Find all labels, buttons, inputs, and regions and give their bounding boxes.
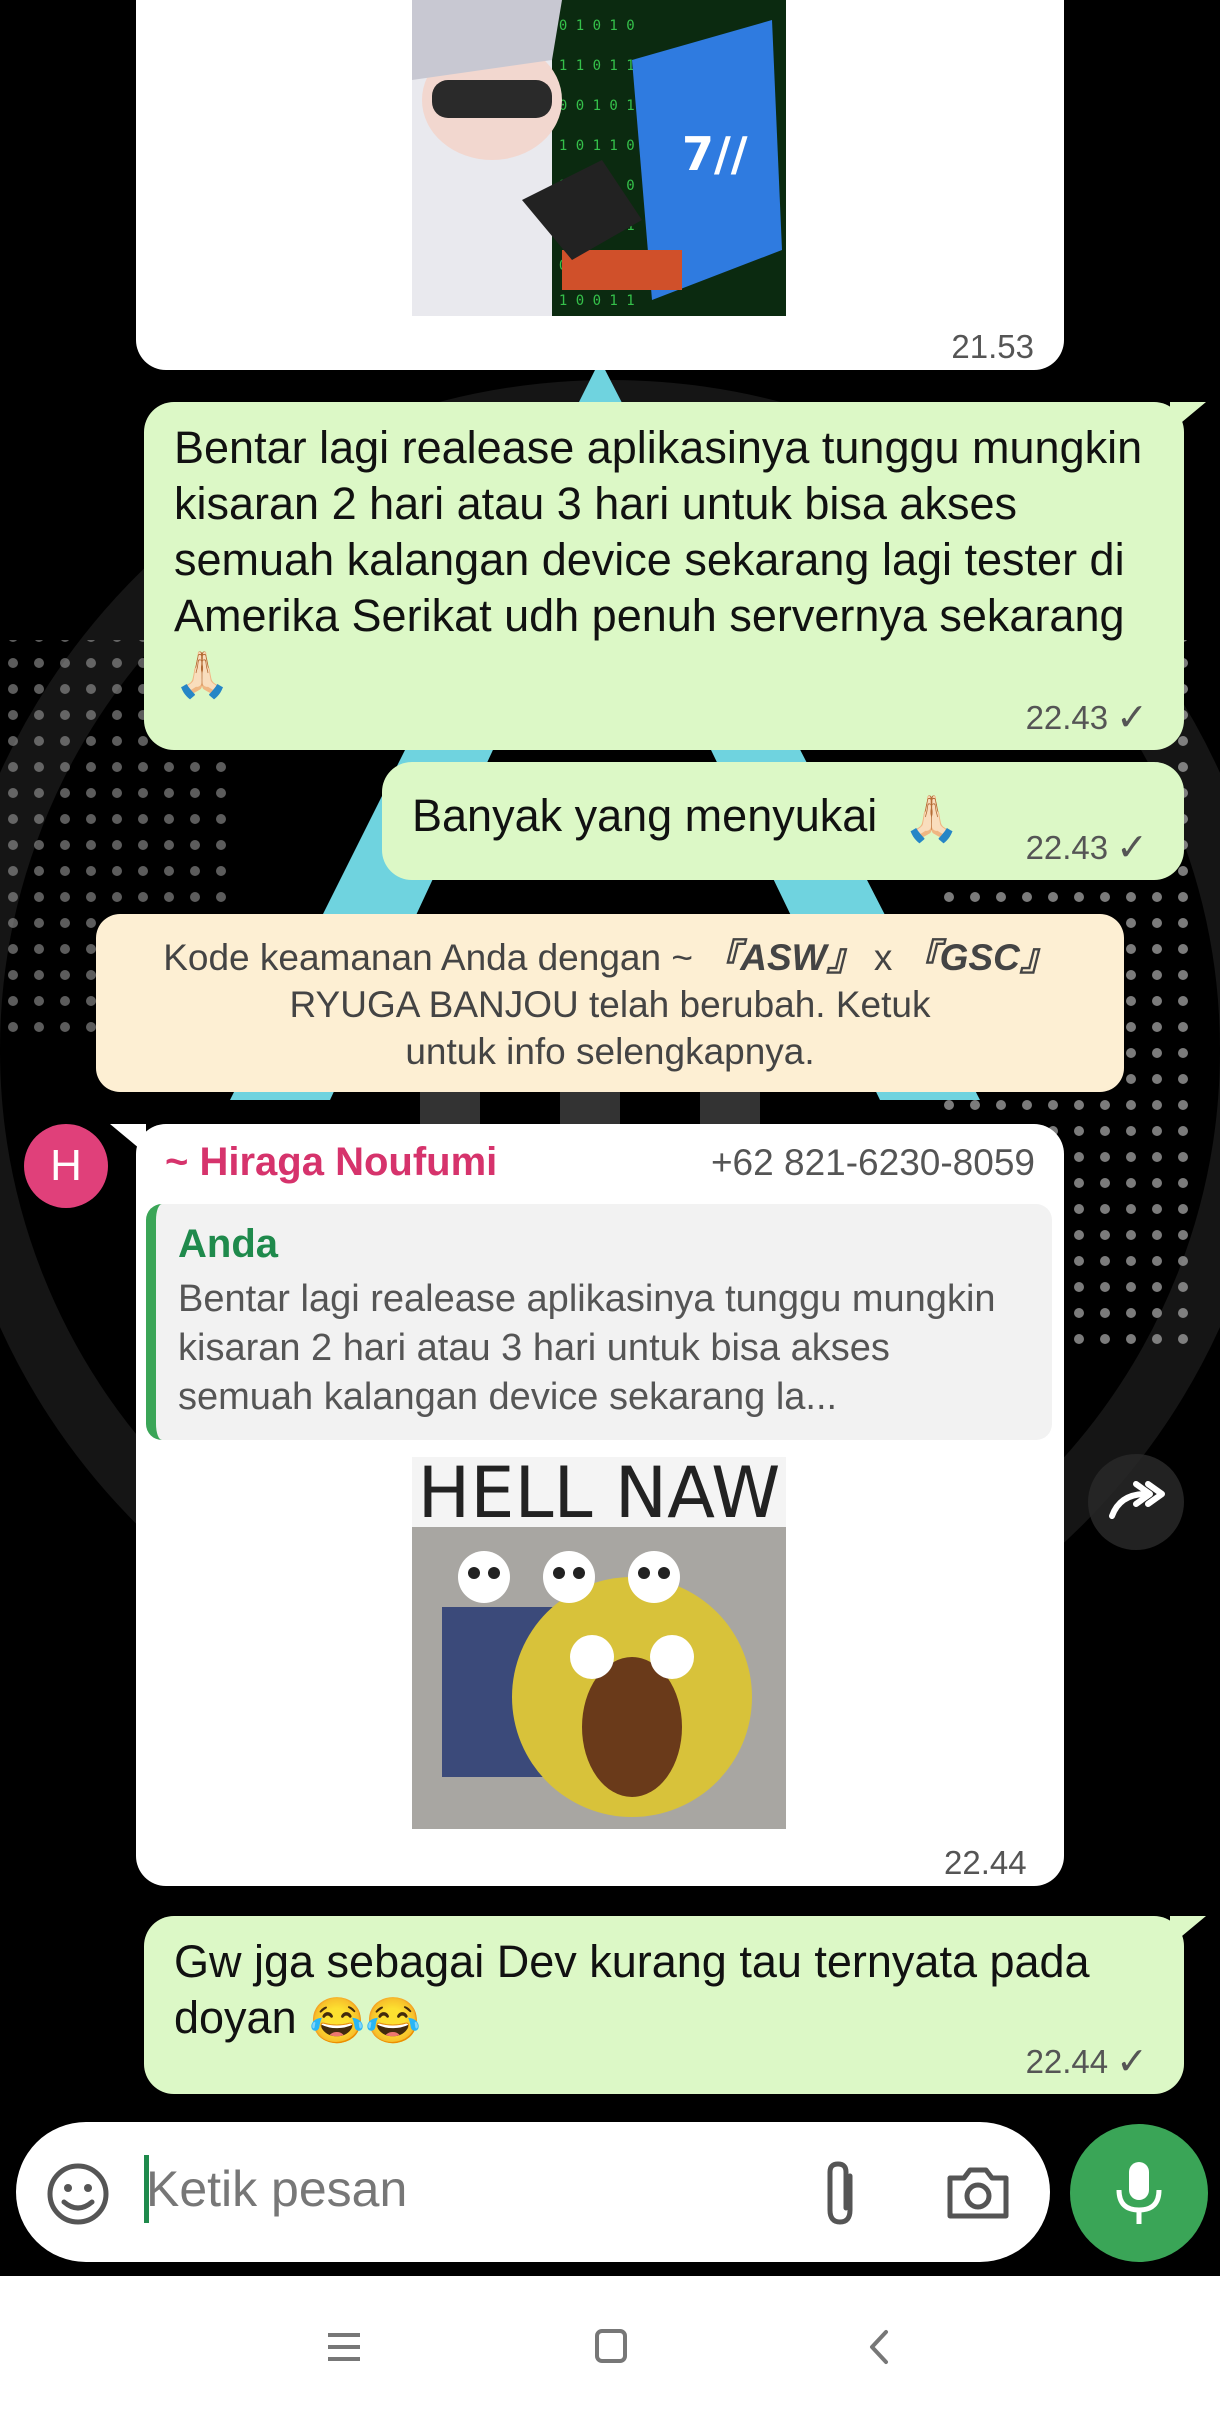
time-label: 22.44 — [944, 1844, 1027, 1881]
notice-separator: x — [863, 937, 903, 978]
notice-line-1: Kode keamanan Anda dengan ~ 『ASW』 x 『GSC… — [96, 934, 1124, 981]
mic-icon — [1116, 2162, 1162, 2224]
attach-icon[interactable] — [812, 2158, 868, 2230]
menu-nav-icon[interactable] — [326, 2330, 362, 2364]
anime-hacker-image[interactable]: 1 0 1 0 1 00 1 1 0 1 1 1 0 0 1 0 10 1 0 … — [412, 0, 786, 316]
forward-icon — [1109, 1481, 1165, 1519]
message-text: Gw jga sebagai Dev kurang tau ternyata p… — [174, 1934, 1134, 2049]
message-body: Banyak yang menyukai — [412, 790, 878, 841]
pray-emoji: 🙏🏻 — [903, 793, 960, 845]
quote-text: Bentar lagi realease aplikasinya tunggu … — [178, 1278, 996, 1418]
back-nav-icon[interactable] — [866, 2328, 892, 2366]
message-time: 22.43 ✓ — [1026, 825, 1148, 870]
camera-icon[interactable] — [944, 2164, 1012, 2222]
sender-name[interactable]: ~ Hiraga Noufumi — [165, 1140, 497, 1185]
outgoing-text-message[interactable]: Gw jga sebagai Dev kurang tau ternyata p… — [144, 1916, 1184, 2094]
sent-check-icon: ✓ — [1116, 827, 1148, 869]
avatar-letter: H — [50, 1141, 82, 1190]
voice-record-button[interactable] — [1070, 2124, 1208, 2262]
bubble-tail-icon — [110, 1124, 146, 1154]
message-time: 22.44 ✓ — [1026, 2039, 1148, 2084]
notice-suffix: RYUGA BANJOU telah berubah. Ketuk untuk … — [289, 984, 931, 1072]
sent-check-icon: ✓ — [1116, 2041, 1148, 2083]
message-text: Bentar lagi realease aplikasinya tunggu … — [174, 420, 1154, 703]
bubble-tail-icon — [1170, 1916, 1206, 1946]
message-body: Bentar lagi realease aplikasinya tunggu … — [174, 422, 1143, 641]
svg-text:0 1 1 0 1 1: 0 1 1 0 1 1 — [542, 58, 635, 74]
time-label: 22.43 — [1025, 698, 1109, 736]
svg-text:0 1 0 0 1 1: 0 1 0 0 1 1 — [542, 293, 635, 309]
quoted-message[interactable]: Anda Bentar lagi realease aplikasinya tu… — [146, 1204, 1052, 1440]
outgoing-text-message[interactable]: Banyak yang menyukai 🙏🏻 22.43 ✓ — [382, 762, 1184, 880]
laughing-emoji: 😂😂 — [309, 1995, 422, 2047]
notice-prefix: Kode keamanan Anda dengan ~ — [163, 937, 704, 978]
sender-avatar[interactable]: H — [24, 1124, 108, 1208]
message-time: 21.53 — [951, 328, 1034, 366]
incoming-image-message[interactable]: 1 0 1 0 1 00 1 1 0 1 1 1 0 0 1 0 10 1 0 … — [136, 0, 1064, 370]
meme-caption: HELL NAW — [418, 1457, 781, 1534]
pray-emoji: 🙏🏻 — [174, 649, 231, 701]
security-code-notice[interactable]: Kode keamanan Anda dengan ~ 『ASW』 x 『GSC… — [96, 914, 1124, 1092]
sent-check-icon: ✓ — [1116, 697, 1148, 739]
svg-text:7//: 7// — [682, 127, 748, 181]
time-label: 21.53 — [951, 328, 1034, 365]
time-label: 22.43 — [1025, 828, 1109, 866]
message-time: 22.44 — [944, 1844, 1027, 1882]
bubble-tail-icon — [1170, 402, 1206, 432]
sticker-icon[interactable] — [44, 2160, 112, 2228]
forward-button[interactable] — [1088, 1454, 1184, 1550]
quote-author: Anda — [178, 1222, 278, 1266]
time-label: 22.44 — [1025, 2042, 1109, 2080]
home-nav-icon[interactable] — [594, 2328, 628, 2364]
notice-name-b: 『GSC』 — [902, 937, 1057, 978]
outgoing-text-message[interactable]: Bentar lagi realease aplikasinya tunggu … — [144, 402, 1184, 750]
sender-phone: +62 821-6230-8059 — [710, 1142, 1035, 1183]
svg-text:0 1 0 1 1 0: 0 1 0 1 1 0 — [542, 138, 635, 154]
spongebob-meme-image[interactable]: HELL NAW — [412, 1457, 786, 1829]
notice-name-a: 『ASW』 — [703, 937, 864, 978]
message-time: 22.43 ✓ — [1026, 695, 1148, 740]
message-input[interactable]: Ketik pesan — [146, 2160, 407, 2218]
system-navigation-bar — [0, 2276, 1220, 2418]
